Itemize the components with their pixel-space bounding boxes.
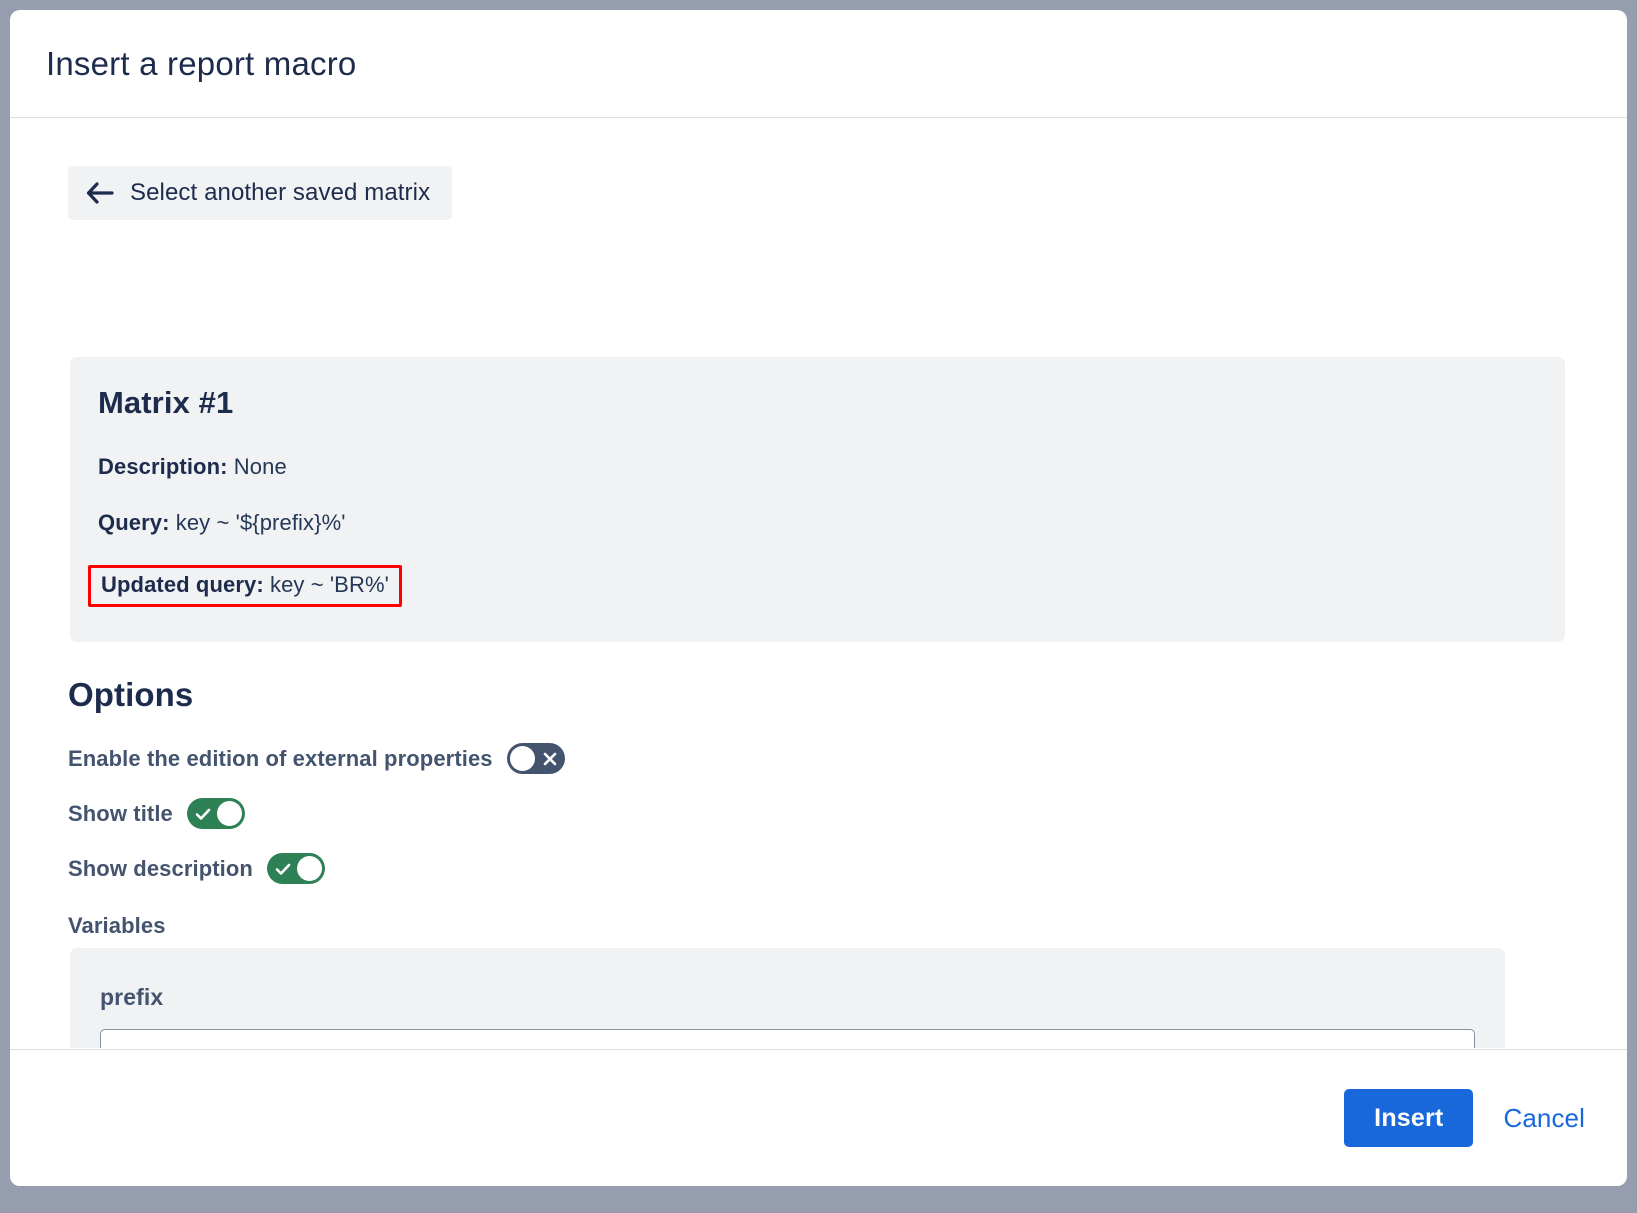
option-row-show-title: Show title bbox=[68, 798, 245, 829]
updated-query-value: key ~ 'BR%' bbox=[270, 572, 389, 597]
toggle-show-description[interactable] bbox=[267, 853, 325, 884]
variables-label: Variables bbox=[68, 913, 166, 939]
toggle-show-title[interactable] bbox=[187, 798, 245, 829]
option-label-external-properties: Enable the edition of external propertie… bbox=[68, 746, 493, 772]
matrix-name: Matrix #1 bbox=[98, 385, 1565, 421]
query-label: Query: bbox=[98, 510, 170, 535]
query-value: key ~ '${prefix}%' bbox=[176, 510, 346, 535]
cross-icon bbox=[537, 743, 563, 774]
prefix-input[interactable] bbox=[100, 1029, 1475, 1048]
matrix-description-line: Description: None bbox=[98, 454, 1565, 480]
page-title: Insert a report macro bbox=[46, 45, 356, 83]
variables-card: prefix bbox=[70, 948, 1505, 1048]
dialog-body: Select another saved matrix Matrix #1 De… bbox=[10, 118, 1627, 1048]
back-button-label: Select another saved matrix bbox=[130, 179, 430, 207]
options-heading: Options bbox=[68, 676, 193, 714]
option-row-external-properties: Enable the edition of external propertie… bbox=[68, 743, 565, 774]
updated-query-annotation: Updated query: key ~ 'BR%' bbox=[88, 565, 402, 607]
matrix-query-line: Query: key ~ '${prefix}%' bbox=[98, 510, 1565, 536]
option-label-show-description: Show description bbox=[68, 856, 253, 882]
check-icon bbox=[190, 798, 216, 829]
description-value: None bbox=[234, 454, 287, 479]
arrow-left-icon bbox=[86, 182, 114, 204]
updated-query-label: Updated query: bbox=[101, 572, 264, 597]
matrix-summary-card: Matrix #1 Description: None Query: key ~… bbox=[70, 357, 1565, 642]
toggle-knob bbox=[217, 801, 242, 826]
dialog-footer: Insert Cancel bbox=[10, 1049, 1627, 1186]
select-another-saved-matrix-button[interactable]: Select another saved matrix bbox=[68, 166, 452, 220]
check-icon bbox=[270, 853, 296, 884]
variable-name-prefix: prefix bbox=[100, 984, 1475, 1011]
insert-button[interactable]: Insert bbox=[1344, 1089, 1473, 1147]
cancel-button[interactable]: Cancel bbox=[1503, 1103, 1585, 1134]
description-label: Description: bbox=[98, 454, 228, 479]
toggle-knob bbox=[297, 856, 322, 881]
toggle-enable-external-properties[interactable] bbox=[507, 743, 565, 774]
option-label-show-title: Show title bbox=[68, 801, 173, 827]
insert-report-macro-dialog: Insert a report macro Select another sav… bbox=[10, 10, 1627, 1186]
toggle-knob bbox=[510, 746, 535, 771]
option-row-show-description: Show description bbox=[68, 853, 325, 884]
dialog-header: Insert a report macro bbox=[10, 10, 1627, 118]
matrix-updated-query-line: Updated query: key ~ 'BR%' bbox=[101, 574, 389, 596]
